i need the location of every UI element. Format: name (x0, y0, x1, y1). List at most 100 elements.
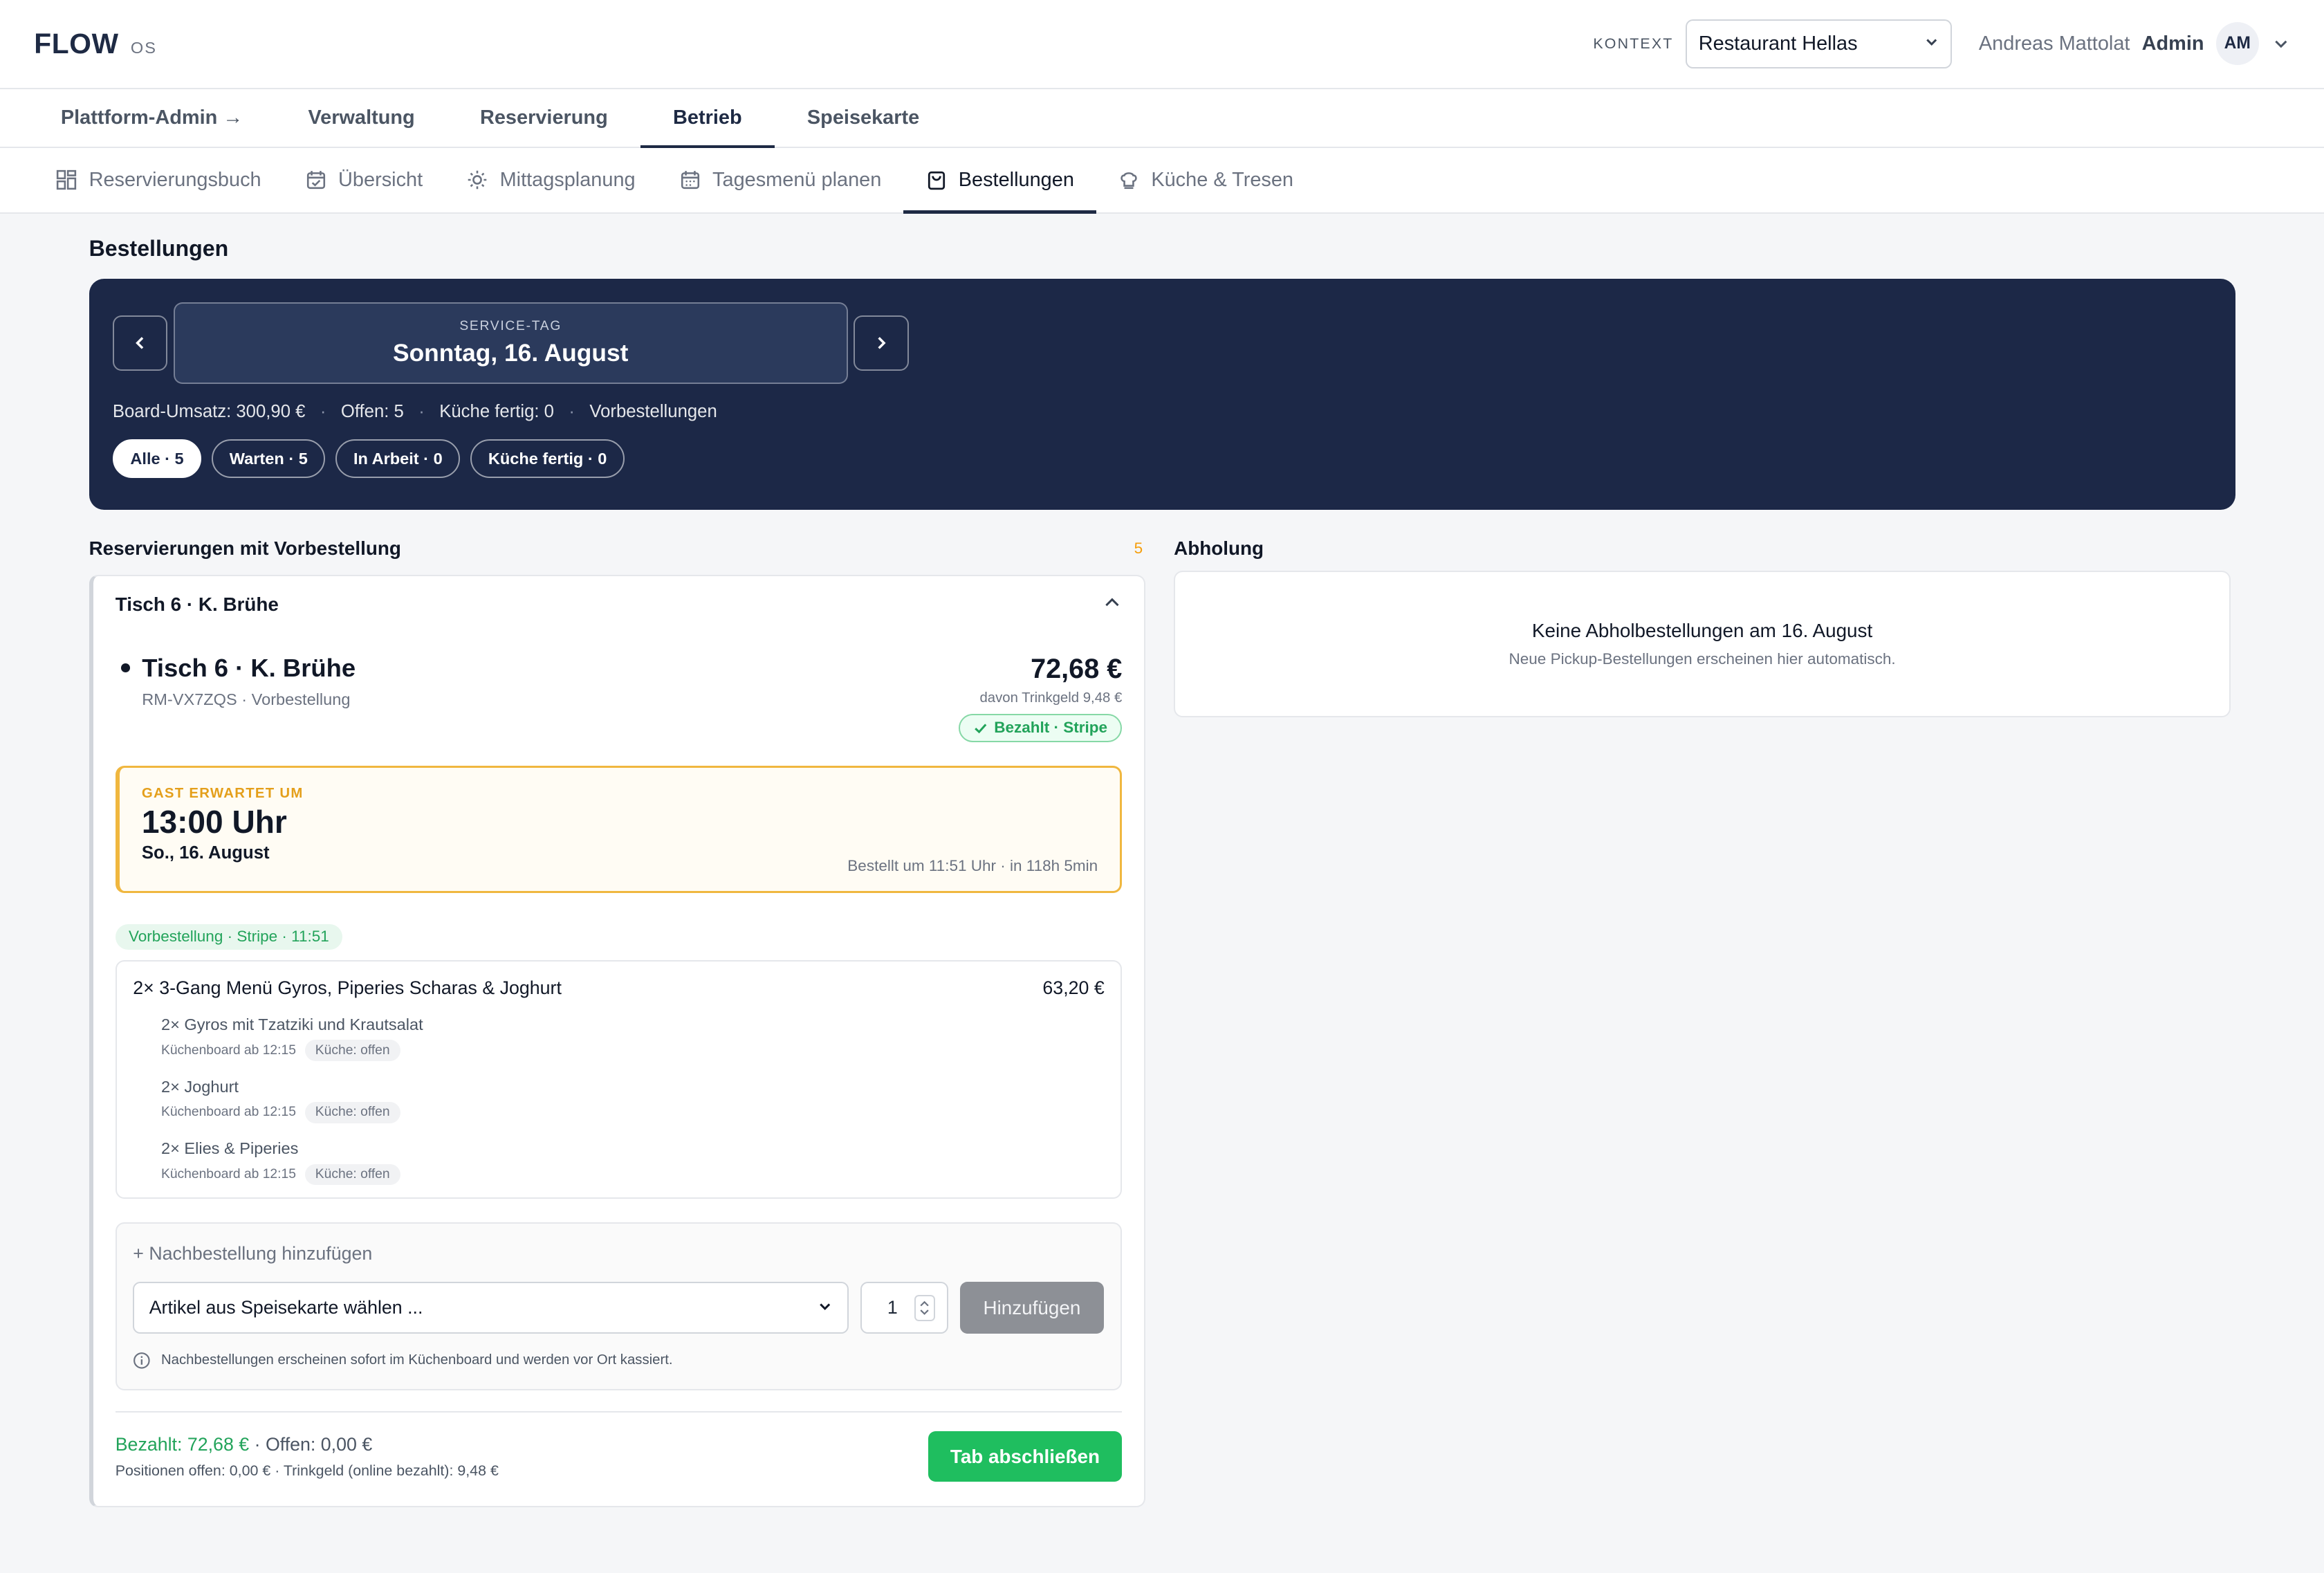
stat-preorders: Vorbestellungen (589, 401, 717, 421)
pickup-title: Abholung (1174, 537, 1264, 559)
order-amount-block: 72,68 € davon Trinkgeld 9,48 € Bezahlt ·… (958, 653, 1123, 742)
chevron-left-icon (135, 337, 143, 349)
menu-article-select[interactable]: Artikel aus Speisekarte wählen ... (133, 1282, 849, 1334)
order-summary: Tisch 6 · K. Brühe RM-VX7ZQS · Vorbestel… (116, 654, 1123, 742)
add-reorder-panel: + Nachbestellung hinzufügen Artikel aus … (115, 1222, 1123, 1390)
subitem-meta: Küchenboard ab 12:15 Küche: offen (161, 1040, 1105, 1061)
payment-summary-line: Bezahlt: 72,68 € · Offen: 0,00 € (116, 1434, 499, 1455)
user-menu-chevron-icon[interactable] (2272, 35, 2290, 53)
service-day-panel: SERVICE-TAG Sonntag, 16. August Board-Um… (89, 278, 2235, 510)
tab-uebersicht[interactable]: Übersicht (284, 148, 445, 212)
subitem-name: 2× Gyros mit Tzatziki und Krautsalat (160, 1015, 423, 1033)
chevron-down-icon (1924, 33, 1939, 55)
tab-mittagsplanung[interactable]: Mittagsplanung (445, 148, 657, 212)
subitem-meta: Küchenboard ab 12:15 Küche: offen (160, 1163, 1105, 1186)
paid-badge: Bezahlt · Stripe (958, 714, 1123, 742)
order-reference: RM-VX7ZQS · Vorbestellung (142, 690, 351, 708)
main-nav-reservierung[interactable]: Reservierung (448, 89, 640, 147)
main-nav-verwaltung[interactable]: Verwaltung (275, 89, 447, 147)
top-bar: FLOW OS KONTEXT Restaurant Hellas Andrea… (0, 0, 2324, 89)
filter-all[interactable]: Alle · 5 (112, 439, 202, 479)
paid-badge-label: Bezahlt · Stripe (994, 719, 1108, 737)
context-label: KONTEXT (1593, 35, 1674, 52)
payment-summary: Bezahlt: 72,68 € · Offen: 0,00 € Positio… (116, 1434, 499, 1480)
order-subitem: 2× Gyros mit Tzatziki und Krautsalat Küc… (133, 1015, 1104, 1061)
reservations-header: Reservierungen mit Vorbestellung 5 (89, 531, 1146, 566)
user-name: Andreas Mattolat (1978, 32, 2130, 55)
pickup-column: Abholung Keine Abholbestellungen am 16. … (1174, 531, 2231, 1507)
subitem-meta: Küchenboard ab 12:15 Küche: offen (161, 1102, 1105, 1123)
subitem-board-time: Küchenboard ab 12:15 (160, 1167, 296, 1182)
service-day-display[interactable]: SERVICE-TAG Sonntag, 16. August (173, 302, 848, 384)
stat-separator: · (418, 401, 425, 421)
guest-arrival-box: GAST ERWARTET UM 13:00 Uhr So., 16. Augu… (115, 766, 1123, 894)
order-card: Tisch 6 · K. Brühe Tisch 6 · K. Brühe RM… (89, 575, 1146, 1507)
add-button[interactable]: Hinzufügen (959, 1282, 1104, 1334)
context-select[interactable]: Restaurant Hellas (1685, 19, 1953, 68)
calendar-icon (681, 171, 699, 190)
reservations-column: Reservierungen mit Vorbestellung 5 Tisch… (89, 531, 1146, 1507)
preorder-tag: Vorbestellung · Stripe · 11:51 (115, 924, 343, 950)
order-card-header[interactable]: Tisch 6 · K. Brühe (116, 576, 1123, 632)
tab-reservierungsbuch[interactable]: Reservierungsbuch (34, 148, 283, 212)
tab-label: Übersicht (338, 168, 423, 191)
page-content: Bestellungen SERVICE-TAG Sonntag, 16. Au… (0, 214, 2324, 1507)
order-subitem: 2× Joghurt Küchenboard ab 12:15 Küche: o… (133, 1078, 1104, 1123)
pickup-empty-state: Keine Abholbestellungen am 16. August Ne… (1174, 570, 2231, 718)
main-nav-speisekarte[interactable]: Speisekarte (775, 89, 952, 147)
stepper-arrows-icon[interactable] (914, 1294, 935, 1322)
tab-label: Mittagsplanung (499, 168, 636, 191)
close-tab-button[interactable]: Tab abschließen (928, 1431, 1123, 1482)
chevron-down-icon (818, 1297, 832, 1318)
pickup-header: Abholung (1174, 531, 2231, 566)
filter-in-progress[interactable]: In Arbeit · 0 (335, 439, 461, 479)
filter-kitchen-done[interactable]: Küche fertig · 0 (470, 439, 625, 479)
subitem-board-time: Küchenboard ab 12:15 (160, 1105, 296, 1120)
order-item-name: 2× 3-Gang Menü Gyros, Piperies Scharas &… (133, 977, 562, 999)
grid-icon (57, 170, 77, 190)
day-navigation: SERVICE-TAG Sonntag, 16. August (112, 302, 2211, 384)
order-amount: 72,68 € (1031, 653, 1123, 684)
status-dot-icon (121, 663, 131, 673)
order-tip: davon Trinkgeld 9,48 € (979, 690, 1123, 706)
main-nav-platform-admin[interactable]: Plattform-Admin → (28, 89, 276, 147)
arrival-order-meta: Bestellt um 11:51 Uhr · in 118h 5min (847, 856, 1098, 874)
sun-icon (468, 171, 487, 190)
add-reorder-title[interactable]: + Nachbestellung hinzufügen (133, 1243, 1104, 1264)
order-items: 2× 3-Gang Menü Gyros, Piperies Scharas &… (115, 959, 1123, 1199)
order-item-price: 63,20 € (1042, 977, 1105, 999)
top-bar-right: KONTEXT Restaurant Hellas Andreas Mattol… (1593, 19, 2289, 68)
subitem-name: 2× Elies & Piperies (160, 1139, 299, 1158)
calendar-check-icon (306, 171, 325, 190)
order-title-text: Tisch 6 · K. Brühe (142, 653, 356, 682)
reservations-title: Reservierungen mit Vorbestellung (89, 537, 401, 559)
brand-logo[interactable]: FLOW OS (34, 28, 157, 60)
quantity-stepper[interactable]: 1 (860, 1282, 948, 1334)
next-day-button[interactable] (854, 315, 909, 371)
tab-label: Bestellungen (958, 168, 1074, 191)
tab-kueche-tresen[interactable]: Küche & Tresen (1096, 148, 1316, 212)
subitem-name: 2× Joghurt (160, 1077, 239, 1096)
filter-waiting[interactable]: Warten · 5 (212, 439, 326, 479)
stat-separator: · (320, 401, 326, 421)
avatar[interactable]: AM (2215, 22, 2259, 66)
order-columns: Reservierungen mit Vorbestellung 5 Tisch… (89, 531, 2235, 1507)
tab-tagesmenue-planen[interactable]: Tagesmenü planen (658, 148, 904, 212)
user-role: Admin (2141, 32, 2204, 55)
main-nav-betrieb[interactable]: Betrieb (640, 89, 775, 149)
reorder-hint-text: Nachbestellungen erscheinen sofort im Kü… (160, 1352, 673, 1368)
order-identity: Tisch 6 · K. Brühe RM-VX7ZQS · Vorbestel… (121, 654, 356, 742)
stat-open: Offen: 5 (340, 401, 404, 421)
chef-hat-icon (1120, 172, 1137, 190)
day-stats: Board-Umsatz: 300,90 € · Offen: 5 · Küch… (113, 402, 2211, 422)
previous-day-button[interactable] (112, 315, 168, 371)
order-title: Tisch 6 · K. Brühe (121, 654, 356, 683)
service-day-value: Sonntag, 16. August (393, 340, 629, 367)
order-item: 2× 3-Gang Menü Gyros, Piperies Scharas &… (133, 977, 1104, 999)
tab-bestellungen[interactable]: Bestellungen (903, 148, 1097, 214)
check-icon (975, 724, 987, 733)
order-subitem: 2× Elies & Piperies Küchenboard ab 12:15… (133, 1139, 1105, 1186)
payment-summary-details: Positionen offen: 0,00 € · Trinkgeld (on… (115, 1462, 499, 1480)
chevron-up-icon[interactable] (1103, 593, 1122, 617)
shopping-bag-icon (928, 172, 945, 190)
